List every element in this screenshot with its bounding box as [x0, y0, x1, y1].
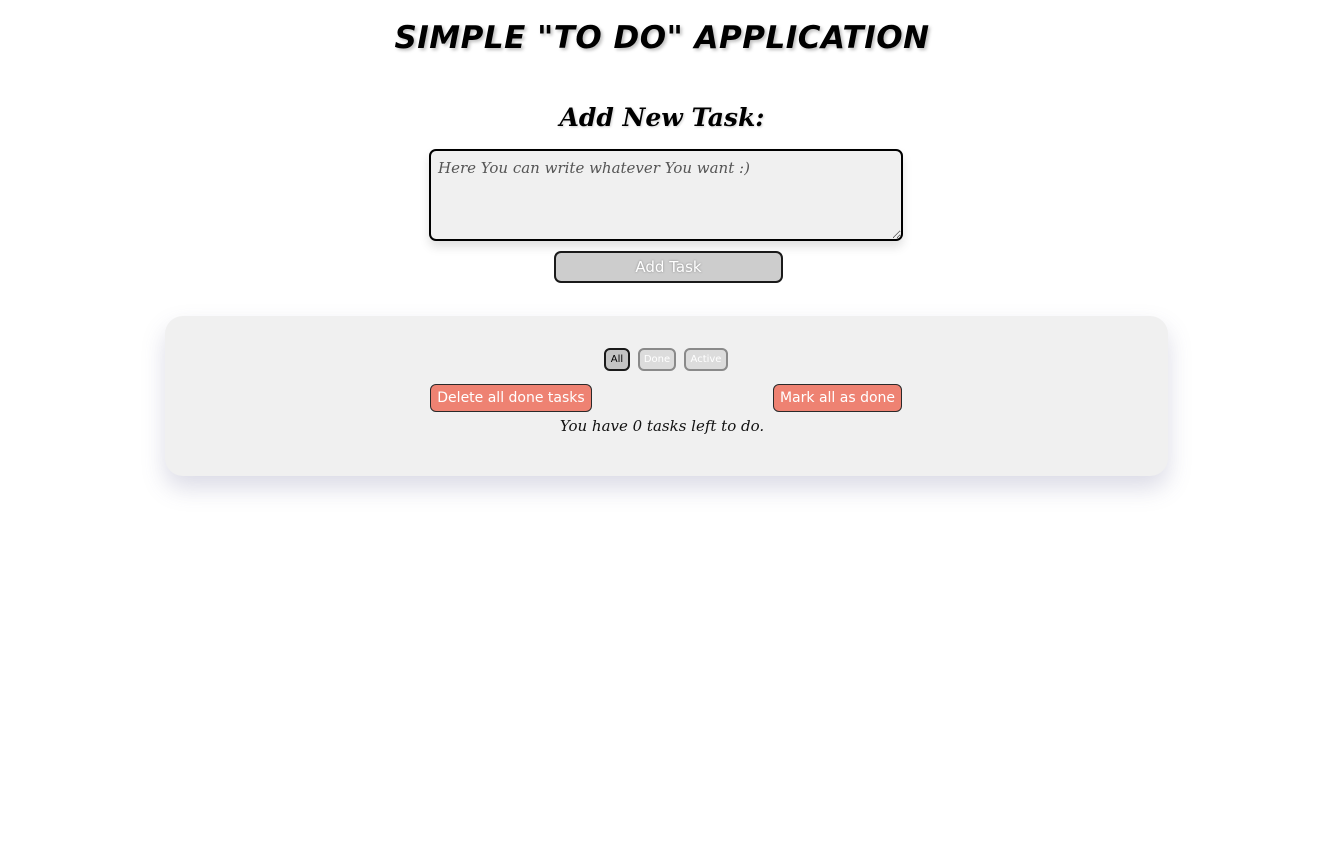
add-task-heading: Add New Task:	[559, 103, 765, 132]
tasks-left-counter: You have 0 tasks left to do.	[559, 417, 765, 435]
delete-done-tasks-button[interactable]: Delete all done tasks	[430, 384, 592, 412]
mark-all-done-button[interactable]: Mark all as done	[773, 384, 902, 412]
filter-active-button[interactable]: Active	[684, 348, 728, 371]
filter-done-button[interactable]: Done	[638, 348, 676, 371]
app-title: SIMPLE "TO DO" APPLICATION	[394, 20, 930, 56]
add-task-button[interactable]: Add Task	[554, 251, 783, 283]
new-task-textarea[interactable]: Here You can write whatever You want :)	[429, 149, 903, 241]
filter-all-button[interactable]: All	[604, 348, 630, 371]
tasks-panel	[165, 316, 1168, 476]
